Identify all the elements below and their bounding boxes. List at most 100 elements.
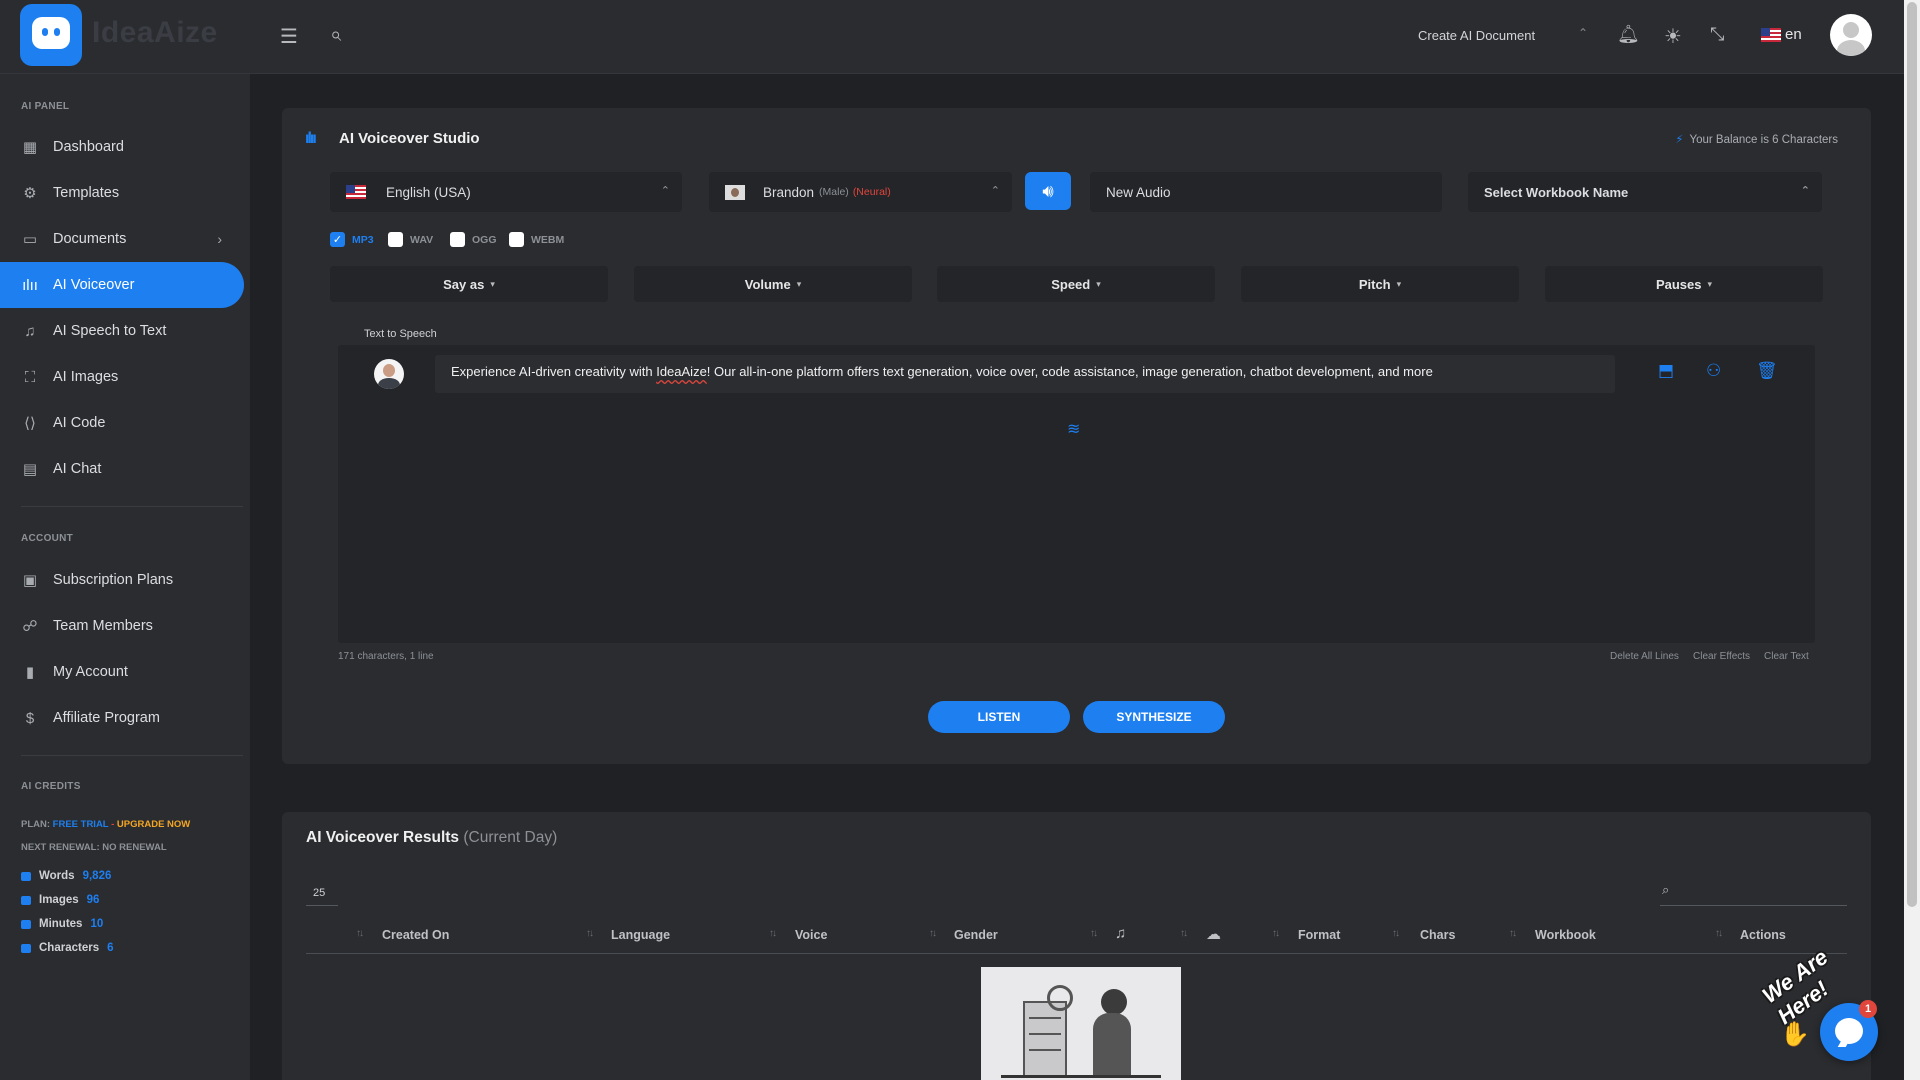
credit-icon bbox=[21, 895, 31, 905]
audio-name-input[interactable]: New Audio bbox=[1090, 172, 1442, 212]
column-actions: Actions bbox=[1740, 928, 1786, 942]
scrollbar-thumb[interactable] bbox=[1907, 2, 1917, 907]
format-ogg-checkbox[interactable]: OGG bbox=[450, 232, 497, 247]
workbook-select-placeholder: Select Workbook Name bbox=[1484, 184, 1629, 200]
user-avatar[interactable] bbox=[1830, 14, 1872, 56]
sort-icon[interactable]: ↑↓ bbox=[769, 928, 777, 939]
column-workbook[interactable]: Workbook bbox=[1535, 928, 1596, 942]
sidebar-item-ai-speech-to-text[interactable]: ♫ AI Speech to Text bbox=[0, 308, 244, 354]
column-voice[interactable]: Voice bbox=[795, 928, 827, 942]
sort-icon[interactable]: ↑↓ bbox=[1715, 928, 1723, 939]
sidebar-item-ai-voiceover[interactable]: ılıı AI Voiceover bbox=[0, 262, 244, 308]
column-chars[interactable]: Chars bbox=[1420, 928, 1455, 942]
sidebar-item-ai-chat[interactable]: ▤ AI Chat bbox=[0, 446, 244, 492]
page-length-select[interactable]: 25 bbox=[306, 880, 338, 906]
tts-line-input[interactable]: Experience AI-driven creativity with Ide… bbox=[435, 355, 1615, 393]
voice-select[interactable]: Brandon (Male) (Neural) ⌃ bbox=[709, 172, 1012, 212]
listen-button[interactable]: LISTEN bbox=[928, 701, 1070, 733]
pitch-dropdown[interactable]: Pitch ▾ bbox=[1241, 266, 1519, 302]
credit-row-words: Words 9,826 bbox=[21, 870, 111, 882]
results-search-input[interactable] bbox=[1684, 880, 1844, 902]
volume-dropdown[interactable]: Volume ▾ bbox=[634, 266, 912, 302]
column-language[interactable]: Language bbox=[611, 928, 670, 942]
plan-line: PLAN: FREE TRIAL - UPGRADE NOW bbox=[21, 819, 190, 830]
language-select[interactable]: English (USA) ⌃ bbox=[330, 172, 682, 212]
clear-text-link[interactable]: Clear Text bbox=[1764, 651, 1809, 662]
sidebar-item-documents[interactable]: ▭ Documents › bbox=[0, 216, 244, 262]
balance-text: Your Balance is 6 Characters bbox=[1689, 134, 1838, 146]
credit-value: 96 bbox=[86, 894, 100, 906]
effect-label: Pitch bbox=[1358, 276, 1391, 292]
column-created-on[interactable]: Created On bbox=[382, 928, 449, 942]
sidebar-item-label: AI Images bbox=[53, 369, 119, 385]
say-as-dropdown[interactable]: Say as ▾ bbox=[330, 266, 608, 302]
sidebar-item-ai-code[interactable]: ⟨⟩ AI Code bbox=[0, 400, 244, 446]
upgrade-now-link[interactable]: UPGRADE NOW bbox=[117, 819, 190, 830]
search-icon[interactable]: ⌕ bbox=[330, 24, 341, 47]
column-format[interactable]: Format bbox=[1298, 928, 1340, 942]
sort-icon[interactable]: ↑↓ bbox=[1180, 928, 1188, 939]
theme-toggle-icon[interactable]: ☀ bbox=[1664, 24, 1682, 49]
sidebar-item-team-members[interactable]: ☍ Team Members bbox=[0, 603, 244, 649]
ai-panel-heading: AI PANEL bbox=[21, 101, 70, 112]
chevron-right-icon: › bbox=[217, 231, 222, 247]
delete-all-lines-link[interactable]: Delete All Lines bbox=[1610, 651, 1679, 662]
voice-settings-icon[interactable]: ⚇ bbox=[1706, 361, 1721, 381]
format-mp3-checkbox[interactable]: ✓ MP3 bbox=[330, 232, 374, 247]
sidebar-divider bbox=[21, 755, 243, 756]
sidebar-item-dashboard[interactable]: ▦ Dashboard bbox=[0, 124, 244, 170]
renewal-line: NEXT RENEWAL: NO RENEWAL bbox=[21, 842, 167, 853]
credit-row-images: Images 96 bbox=[21, 894, 99, 906]
sort-icon[interactable]: ↑↓ bbox=[586, 928, 594, 939]
preview-voice-button[interactable]: 🔊︎ bbox=[1025, 172, 1071, 210]
sidebar-item-label: AI Code bbox=[53, 415, 106, 431]
caret-down-icon: ▾ bbox=[1707, 278, 1713, 289]
change-voice-icon[interactable]: ⬒ bbox=[1658, 361, 1674, 381]
sidebar-item-my-account[interactable]: ▮ My Account bbox=[0, 649, 244, 695]
sidebar-item-ai-images[interactable]: ⛶ AI Images bbox=[0, 354, 244, 400]
sort-icon[interactable]: ↑↓ bbox=[356, 928, 364, 939]
credit-row-minutes: Minutes 10 bbox=[21, 918, 103, 930]
chevron-up-icon[interactable]: ⌃ bbox=[1578, 26, 1588, 40]
fullscreen-exit-icon[interactable]: ⤡ bbox=[1710, 24, 1724, 45]
sidebar-item-templates[interactable]: ⚙ Templates bbox=[0, 170, 244, 216]
workbook-select[interactable]: Select Workbook Name ⌃ bbox=[1468, 172, 1822, 212]
language-selector[interactable]: en bbox=[1761, 26, 1802, 43]
format-webm-checkbox[interactable]: WEBM bbox=[509, 232, 564, 247]
menu-toggle-icon[interactable]: ☰ bbox=[280, 24, 298, 49]
add-line-icon[interactable]: ≋ bbox=[1067, 419, 1080, 439]
sort-icon[interactable]: ↑↓ bbox=[1272, 928, 1280, 939]
format-label: WEBM bbox=[531, 233, 565, 246]
sort-icon[interactable]: ↑↓ bbox=[929, 928, 937, 939]
logo-text[interactable]: IdeaAize bbox=[92, 16, 218, 50]
sidebar-item-subscription-plans[interactable]: ▣ Subscription Plans bbox=[0, 557, 244, 603]
bell-icon[interactable]: 🔔︎ bbox=[1617, 24, 1640, 45]
delete-line-icon[interactable]: 🗑︎ bbox=[1756, 361, 1778, 381]
waving-hand-icon: ✋ bbox=[1780, 1021, 1810, 1048]
results-table-header: ↑↓ Created On ↑↓ Language ↑↓ Voice ↑↓ Ge… bbox=[306, 922, 1847, 954]
sidebar-item-affiliate-program[interactable]: $ Affiliate Program bbox=[0, 695, 244, 741]
credit-icon bbox=[21, 919, 31, 929]
line-text-brand: IdeaAize bbox=[656, 364, 707, 379]
voice-avatar bbox=[725, 184, 745, 200]
sort-icon[interactable]: ↑↓ bbox=[1392, 928, 1400, 939]
cloud-download-icon: ☁ bbox=[1206, 926, 1221, 943]
format-wav-checkbox[interactable]: WAV bbox=[388, 232, 433, 247]
synthesize-button[interactable]: SYNTHESIZE bbox=[1083, 701, 1225, 733]
sidebar-item-label: Affiliate Program bbox=[53, 710, 160, 726]
chat-icon: ▤ bbox=[22, 461, 38, 478]
pauses-dropdown[interactable]: Pauses ▾ bbox=[1545, 266, 1823, 302]
speed-dropdown[interactable]: Speed ▾ bbox=[937, 266, 1215, 302]
studio-title: AI Voiceover Studio bbox=[339, 130, 480, 147]
balance-info: ⚡ Your Balance is 6 Characters bbox=[1675, 132, 1838, 146]
sort-icon[interactable]: ↑↓ bbox=[1090, 928, 1098, 939]
sort-icon[interactable]: ↑↓ bbox=[1509, 928, 1517, 939]
page-scrollbar[interactable] bbox=[1904, 0, 1920, 1080]
column-gender[interactable]: Gender bbox=[954, 928, 998, 942]
language-code: en bbox=[1785, 26, 1802, 43]
create-ai-document-button[interactable]: Create AI Document bbox=[1418, 28, 1535, 43]
format-label: WAV bbox=[410, 233, 434, 246]
logo-icon[interactable] bbox=[20, 4, 82, 66]
clear-effects-link[interactable]: Clear Effects bbox=[1693, 651, 1750, 662]
line-voice-avatar[interactable] bbox=[374, 359, 404, 389]
